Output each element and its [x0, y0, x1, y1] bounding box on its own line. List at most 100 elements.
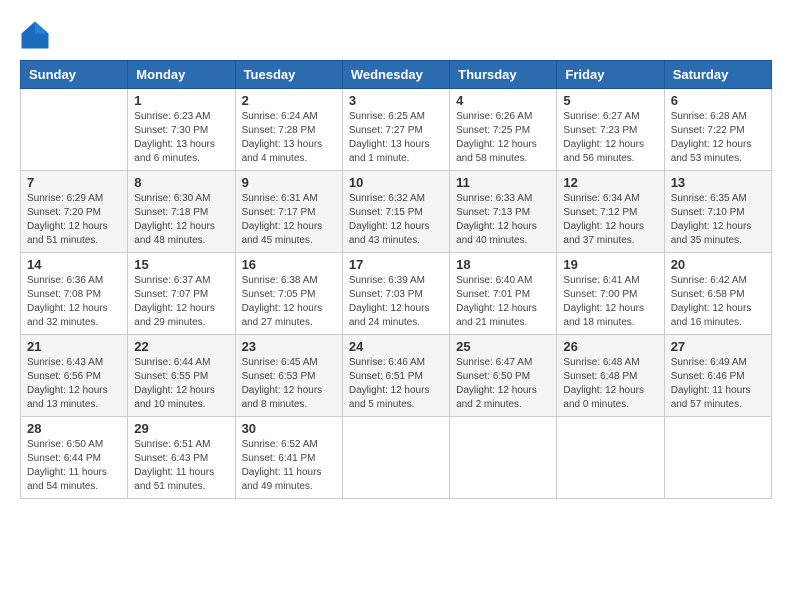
day-info: Sunrise: 6:46 AMSunset: 6:51 PMDaylight:… — [349, 356, 443, 412]
day-number: 4 — [456, 93, 550, 108]
day-number: 12 — [563, 175, 657, 190]
day-info: Sunrise: 6:52 AMSunset: 6:41 PMDaylight:… — [242, 438, 336, 494]
calendar-table: SundayMondayTuesdayWednesdayThursdayFrid… — [20, 60, 772, 499]
day-number: 26 — [563, 339, 657, 354]
day-number: 18 — [456, 257, 550, 272]
calendar-week-1: 1 Sunrise: 6:23 AMSunset: 7:30 PMDaylight… — [21, 89, 772, 171]
calendar-cell: 24 Sunrise: 6:46 AMSunset: 6:51 PMDayligh… — [342, 335, 449, 417]
day-info: Sunrise: 6:32 AMSunset: 7:15 PMDaylight:… — [349, 192, 443, 248]
calendar-cell: 12 Sunrise: 6:34 AMSunset: 7:12 PMDayligh… — [557, 171, 664, 253]
calendar-cell: 14 Sunrise: 6:36 AMSunset: 7:08 PMDayligh… — [21, 253, 128, 335]
calendar-cell: 3 Sunrise: 6:25 AMSunset: 7:27 PMDaylight… — [342, 89, 449, 171]
day-number: 8 — [134, 175, 228, 190]
day-info: Sunrise: 6:24 AMSunset: 7:28 PMDaylight:… — [242, 110, 336, 166]
calendar-cell — [664, 417, 771, 499]
weekday-header-saturday: Saturday — [664, 61, 771, 89]
day-info: Sunrise: 6:23 AMSunset: 7:30 PMDaylight:… — [134, 110, 228, 166]
calendar-cell — [557, 417, 664, 499]
day-info: Sunrise: 6:41 AMSunset: 7:00 PMDaylight:… — [563, 274, 657, 330]
calendar-cell: 4 Sunrise: 6:26 AMSunset: 7:25 PMDaylight… — [450, 89, 557, 171]
day-info: Sunrise: 6:45 AMSunset: 6:53 PMDaylight:… — [242, 356, 336, 412]
day-number: 11 — [456, 175, 550, 190]
day-info: Sunrise: 6:36 AMSunset: 7:08 PMDaylight:… — [27, 274, 121, 330]
day-info: Sunrise: 6:34 AMSunset: 7:12 PMDaylight:… — [563, 192, 657, 248]
calendar-cell: 19 Sunrise: 6:41 AMSunset: 7:00 PMDayligh… — [557, 253, 664, 335]
day-number: 6 — [671, 93, 765, 108]
weekday-header-sunday: Sunday — [21, 61, 128, 89]
day-number: 15 — [134, 257, 228, 272]
day-number: 19 — [563, 257, 657, 272]
day-info: Sunrise: 6:40 AMSunset: 7:01 PMDaylight:… — [456, 274, 550, 330]
day-info: Sunrise: 6:38 AMSunset: 7:05 PMDaylight:… — [242, 274, 336, 330]
calendar-week-4: 21 Sunrise: 6:43 AMSunset: 6:56 PMDayligh… — [21, 335, 772, 417]
calendar-cell: 17 Sunrise: 6:39 AMSunset: 7:03 PMDayligh… — [342, 253, 449, 335]
calendar-cell: 2 Sunrise: 6:24 AMSunset: 7:28 PMDaylight… — [235, 89, 342, 171]
day-number: 30 — [242, 421, 336, 436]
day-info: Sunrise: 6:33 AMSunset: 7:13 PMDaylight:… — [456, 192, 550, 248]
calendar-cell: 22 Sunrise: 6:44 AMSunset: 6:55 PMDayligh… — [128, 335, 235, 417]
calendar-cell — [21, 89, 128, 171]
day-number: 5 — [563, 93, 657, 108]
logo — [20, 20, 54, 50]
day-number: 16 — [242, 257, 336, 272]
calendar-cell: 15 Sunrise: 6:37 AMSunset: 7:07 PMDayligh… — [128, 253, 235, 335]
calendar-cell: 10 Sunrise: 6:32 AMSunset: 7:15 PMDayligh… — [342, 171, 449, 253]
calendar-cell — [450, 417, 557, 499]
day-number: 22 — [134, 339, 228, 354]
day-number: 27 — [671, 339, 765, 354]
weekday-header-thursday: Thursday — [450, 61, 557, 89]
day-number: 21 — [27, 339, 121, 354]
calendar-cell: 7Sunrise: 6:29 AMSunset: 7:20 PMDaylight… — [21, 171, 128, 253]
calendar-cell: 27 Sunrise: 6:49 AMSunset: 6:46 PMDayligh… — [664, 335, 771, 417]
calendar-cell: 13 Sunrise: 6:35 AMSunset: 7:10 PMDayligh… — [664, 171, 771, 253]
page-header — [20, 20, 772, 50]
day-number: 9 — [242, 175, 336, 190]
calendar-week-2: 7Sunrise: 6:29 AMSunset: 7:20 PMDaylight… — [21, 171, 772, 253]
day-info: Sunrise: 6:26 AMSunset: 7:25 PMDaylight:… — [456, 110, 550, 166]
day-info: Sunrise: 6:37 AMSunset: 7:07 PMDaylight:… — [134, 274, 228, 330]
calendar-cell: 23Sunrise: 6:45 AMSunset: 6:53 PMDayligh… — [235, 335, 342, 417]
calendar-cell: 9 Sunrise: 6:31 AMSunset: 7:17 PMDaylight… — [235, 171, 342, 253]
day-info: Sunrise: 6:29 AMSunset: 7:20 PMDaylight:… — [27, 192, 121, 248]
day-number: 3 — [349, 93, 443, 108]
day-number: 20 — [671, 257, 765, 272]
calendar-cell: 30 Sunrise: 6:52 AMSunset: 6:41 PMDayligh… — [235, 417, 342, 499]
day-info: Sunrise: 6:50 AMSunset: 6:44 PMDaylight:… — [27, 438, 121, 494]
calendar-week-5: 28Sunrise: 6:50 AMSunset: 6:44 PMDayligh… — [21, 417, 772, 499]
day-number: 2 — [242, 93, 336, 108]
calendar-cell — [342, 417, 449, 499]
day-info: Sunrise: 6:48 AMSunset: 6:48 PMDaylight:… — [563, 356, 657, 412]
calendar-cell: 11 Sunrise: 6:33 AMSunset: 7:13 PMDayligh… — [450, 171, 557, 253]
logo-icon — [20, 20, 50, 50]
day-number: 24 — [349, 339, 443, 354]
calendar-cell: 26 Sunrise: 6:48 AMSunset: 6:48 PMDayligh… — [557, 335, 664, 417]
day-number: 29 — [134, 421, 228, 436]
day-info: Sunrise: 6:28 AMSunset: 7:22 PMDaylight:… — [671, 110, 765, 166]
day-info: Sunrise: 6:44 AMSunset: 6:55 PMDaylight:… — [134, 356, 228, 412]
weekday-header-wednesday: Wednesday — [342, 61, 449, 89]
calendar-cell: 6 Sunrise: 6:28 AMSunset: 7:22 PMDaylight… — [664, 89, 771, 171]
day-info: Sunrise: 6:43 AMSunset: 6:56 PMDaylight:… — [27, 356, 121, 412]
day-info: Sunrise: 6:39 AMSunset: 7:03 PMDaylight:… — [349, 274, 443, 330]
day-number: 1 — [134, 93, 228, 108]
day-number: 14 — [27, 257, 121, 272]
day-number: 13 — [671, 175, 765, 190]
calendar-cell: 21 Sunrise: 6:43 AMSunset: 6:56 PMDayligh… — [21, 335, 128, 417]
calendar-cell: 16 Sunrise: 6:38 AMSunset: 7:05 PMDayligh… — [235, 253, 342, 335]
day-info: Sunrise: 6:47 AMSunset: 6:50 PMDaylight:… — [456, 356, 550, 412]
day-info: Sunrise: 6:49 AMSunset: 6:46 PMDaylight:… — [671, 356, 765, 412]
calendar-week-3: 14 Sunrise: 6:36 AMSunset: 7:08 PMDayligh… — [21, 253, 772, 335]
day-info: Sunrise: 6:27 AMSunset: 7:23 PMDaylight:… — [563, 110, 657, 166]
weekday-header-tuesday: Tuesday — [235, 61, 342, 89]
calendar-cell: 25Sunrise: 6:47 AMSunset: 6:50 PMDayligh… — [450, 335, 557, 417]
day-info: Sunrise: 6:31 AMSunset: 7:17 PMDaylight:… — [242, 192, 336, 248]
day-info: Sunrise: 6:25 AMSunset: 7:27 PMDaylight:… — [349, 110, 443, 166]
day-number: 10 — [349, 175, 443, 190]
day-info: Sunrise: 6:35 AMSunset: 7:10 PMDaylight:… — [671, 192, 765, 248]
calendar-cell: 8Sunrise: 6:30 AMSunset: 7:18 PMDaylight… — [128, 171, 235, 253]
day-info: Sunrise: 6:42 AMSunset: 6:58 PMDaylight:… — [671, 274, 765, 330]
weekday-header-monday: Monday — [128, 61, 235, 89]
day-number: 17 — [349, 257, 443, 272]
calendar-cell: 1 Sunrise: 6:23 AMSunset: 7:30 PMDaylight… — [128, 89, 235, 171]
calendar-cell: 18 Sunrise: 6:40 AMSunset: 7:01 PMDayligh… — [450, 253, 557, 335]
